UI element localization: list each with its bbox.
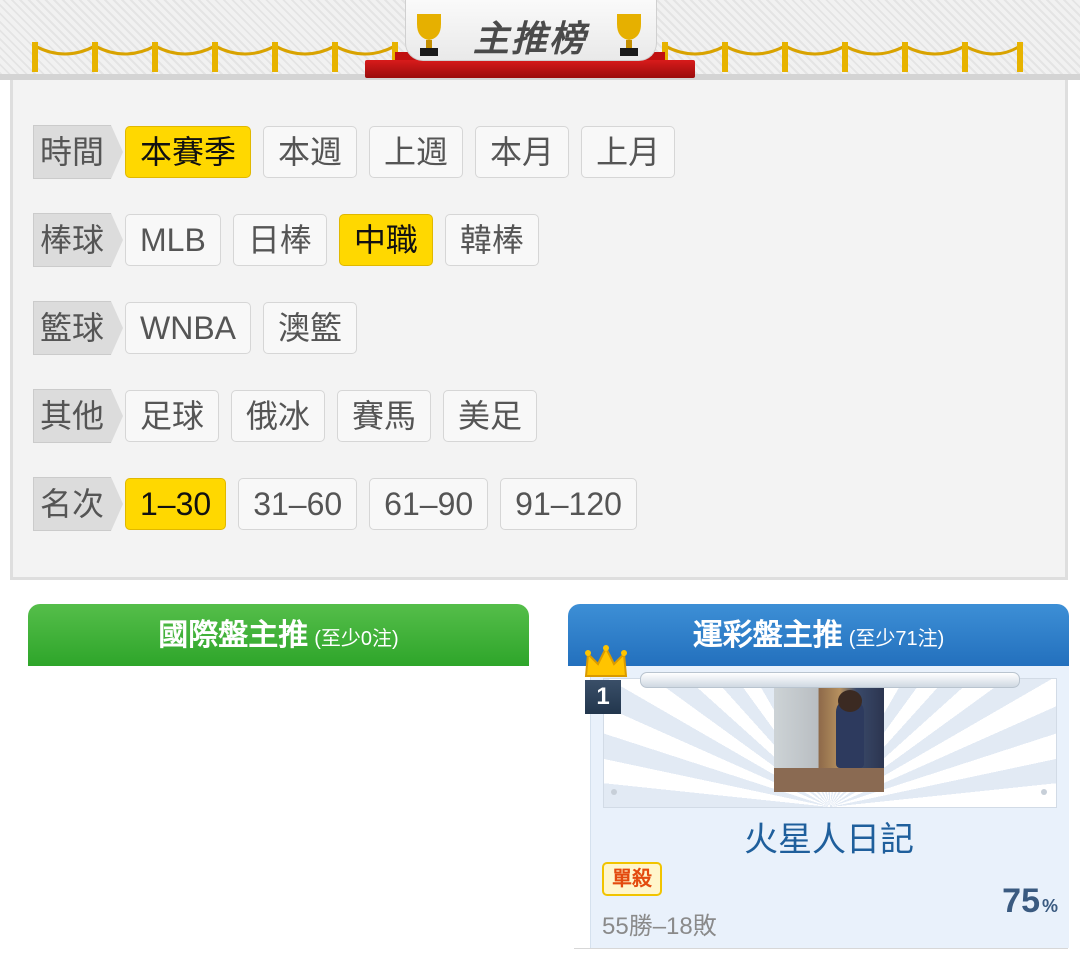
filter-option[interactable]: 中職 bbox=[338, 214, 433, 266]
filter-option[interactable]: 31–60 bbox=[238, 478, 358, 530]
user-name[interactable]: 火星人日記 bbox=[590, 812, 1068, 861]
rank-badge: 1 bbox=[585, 680, 621, 714]
filter-option[interactable]: 本月 bbox=[475, 126, 570, 178]
win-rate-unit: % bbox=[1041, 896, 1058, 916]
filter-option[interactable]: 91–120 bbox=[500, 478, 637, 530]
filter-label: 名次 bbox=[33, 477, 123, 531]
filter-label: 時間 bbox=[33, 125, 123, 179]
filter-panel: 時間 本賽季 本週 上週 本月 上月 棒球 MLB 日棒 中職 韓棒 籃球 WN… bbox=[10, 80, 1068, 580]
tab-title: 運彩盤主推 bbox=[692, 619, 843, 652]
filter-option[interactable]: 本週 bbox=[263, 126, 358, 178]
filter-label: 棒球 bbox=[33, 213, 123, 267]
filter-row-other: 其他 足球 俄冰 賽馬 美足 bbox=[33, 388, 549, 444]
trophy-icon bbox=[412, 12, 446, 63]
filter-option[interactable]: WNBA bbox=[125, 302, 251, 354]
filter-option[interactable]: 1–30 bbox=[125, 478, 227, 530]
tab-subtitle: (至少71注) bbox=[848, 628, 945, 650]
tab-sports-lottery[interactable]: 運彩盤主推 (至少71注) bbox=[568, 604, 1069, 666]
crown-icon bbox=[584, 644, 628, 685]
photo-rail bbox=[640, 672, 1020, 688]
win-rate: 75% bbox=[950, 882, 1058, 921]
filter-option[interactable]: 足球 bbox=[125, 390, 220, 442]
tab-international[interactable]: 國際盤主推 (至少0注) bbox=[28, 604, 529, 666]
filter-label: 其他 bbox=[33, 389, 123, 443]
rivet-decoration bbox=[611, 789, 617, 795]
photo-floor bbox=[774, 768, 884, 792]
win-rate-value: 75 bbox=[1002, 882, 1040, 920]
filter-row-basketball: 籃球 WNBA 澳籃 bbox=[33, 300, 369, 356]
next-card-edge bbox=[574, 948, 1068, 965]
win-loss-record: 55勝–18敗 bbox=[602, 913, 717, 940]
filter-option[interactable]: 澳籃 bbox=[263, 302, 358, 354]
filter-option[interactable]: 賽馬 bbox=[337, 390, 432, 442]
filter-option[interactable]: 上月 bbox=[581, 126, 676, 178]
filter-option[interactable]: 本賽季 bbox=[125, 126, 252, 178]
filter-option[interactable]: 韓棒 bbox=[444, 214, 539, 266]
filter-option[interactable]: 日棒 bbox=[232, 214, 327, 266]
filter-option[interactable]: 上週 bbox=[369, 126, 464, 178]
tab-title: 國際盤主推 bbox=[158, 619, 309, 652]
tab-subtitle: (至少0注) bbox=[314, 628, 399, 650]
filter-option[interactable]: 俄冰 bbox=[231, 390, 326, 442]
filter-option[interactable]: 61–90 bbox=[369, 478, 489, 530]
photo-head bbox=[838, 690, 862, 712]
filter-label: 籃球 bbox=[33, 301, 123, 355]
trophy-icon bbox=[612, 12, 646, 63]
filter-row-rank: 名次 1–30 31–60 61–90 91–120 bbox=[33, 476, 649, 532]
filter-row-time: 時間 本賽季 本週 上週 本月 上月 bbox=[33, 124, 687, 180]
pick-type-badge: 單殺 bbox=[602, 862, 662, 896]
filter-option[interactable]: MLB bbox=[125, 214, 221, 266]
rivet-decoration bbox=[1041, 789, 1047, 795]
filter-row-baseball: 棒球 MLB 日棒 中職 韓棒 bbox=[33, 212, 551, 268]
avatar[interactable] bbox=[774, 688, 884, 792]
filter-option[interactable]: 美足 bbox=[443, 390, 538, 442]
